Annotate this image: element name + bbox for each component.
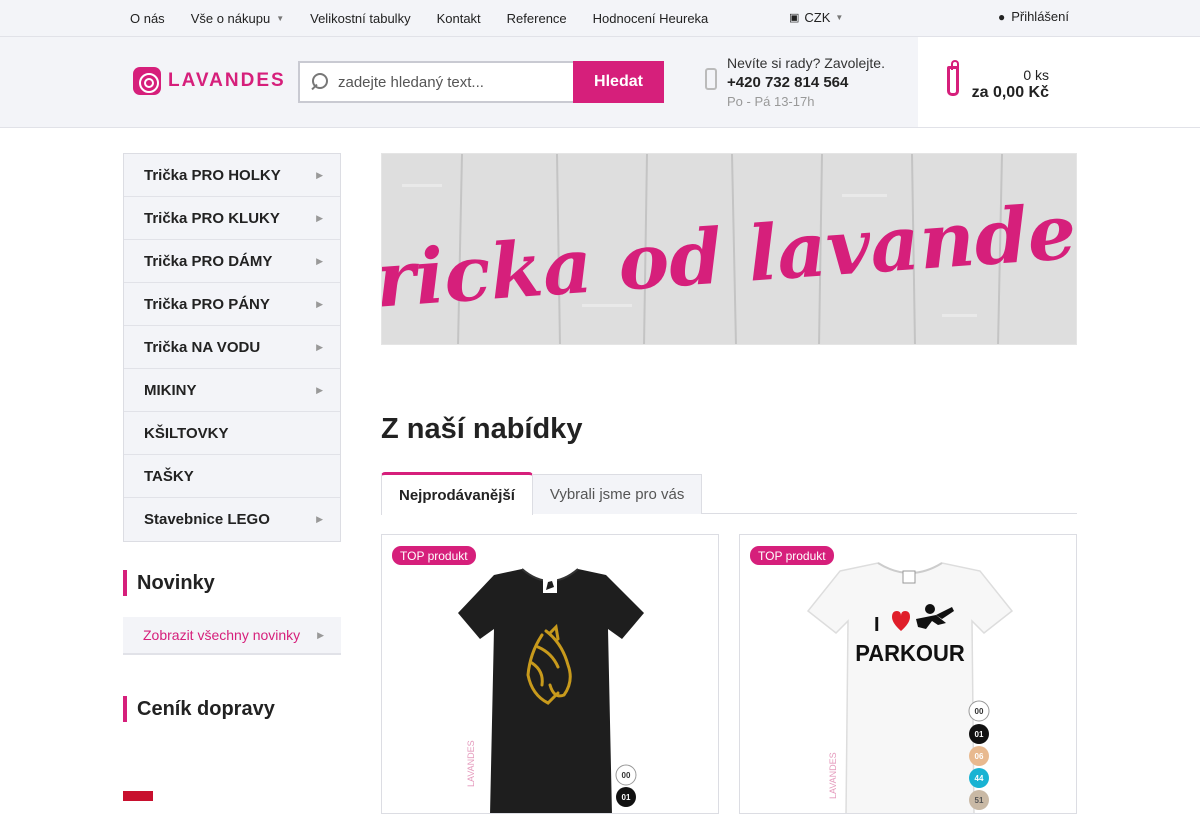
color-code-label: 00: [975, 707, 984, 716]
cart-count: 0 ks: [1023, 67, 1049, 83]
nav-link-label: Hodnocení Heureka: [592, 10, 709, 26]
nav-link-label: Kontakt: [436, 10, 481, 26]
category-item-hoodies[interactable]: MIKINY ▶: [124, 369, 340, 412]
print-text: PARKOUR: [855, 641, 965, 667]
contact-question: Nevíte si rady? Zavolejte.: [727, 55, 885, 71]
category-item-men[interactable]: Trička PRO PÁNY ▶: [124, 283, 340, 326]
top-nav: O nás Vše o nákupu ▼ Velikostní tabulky K…: [130, 0, 708, 36]
contact-info: Nevíte si rady? Zavolejte. +420 732 814 …: [705, 54, 885, 111]
search-icon: [310, 73, 328, 91]
news-heading: Novinky: [123, 570, 341, 596]
chevron-right-icon: ▶: [316, 212, 323, 223]
category-menu: Trička PRO HOLKY ▶ Trička PRO KLUKY ▶ Trič…: [123, 153, 341, 542]
category-item-lego[interactable]: Stavebnice LEGO ▶: [124, 498, 340, 541]
chevron-right-icon: ▶: [316, 384, 323, 395]
chevron-right-icon: ▶: [316, 298, 323, 309]
logo-text: LAVANDES: [168, 70, 286, 91]
category-item-caps[interactable]: KŠILTOVKY: [124, 412, 340, 455]
nav-link-shopping[interactable]: Vše o nákupu ▼: [191, 11, 284, 26]
category-label: Trička PRO DÁMY: [144, 252, 273, 270]
top-bar: O nás Vše o nákupu ▼ Velikostní tabulky K…: [0, 0, 1200, 37]
nav-link-about[interactable]: O nás: [130, 11, 165, 26]
contact-phone[interactable]: +420 732 814 564: [727, 73, 885, 92]
category-label: Trička PRO HOLKY: [144, 166, 281, 184]
color-code-label: 44: [975, 774, 984, 783]
chevron-right-icon: ▶: [316, 514, 323, 524]
tab-bestsellers[interactable]: Nejprodávanější: [381, 472, 533, 515]
color-code-label: 06: [975, 752, 984, 761]
nav-link-reference[interactable]: Reference: [507, 11, 567, 26]
category-item-bags[interactable]: TAŠKY: [124, 455, 340, 498]
header: LAVANDES Hledat Nevíte si rady? Zavolejt…: [0, 37, 1200, 128]
chevron-down-icon: ▼: [835, 13, 844, 22]
svg-text:LAVANDES: LAVANDES: [466, 740, 476, 787]
nav-link-label: Reference: [506, 10, 567, 26]
currency-selector[interactable]: ▣ CZK ▼: [789, 10, 843, 25]
chevron-down-icon: ▼: [276, 13, 285, 23]
product-card[interactable]: TOP produkt I PARKOUR LAVANDES 00 01 06 …: [739, 534, 1077, 814]
nav-link-heureka[interactable]: Hodnocení Heureka: [593, 11, 709, 26]
promo-banner[interactable]: tricka od lavandes: [381, 153, 1077, 345]
svg-text:LAVANDES: LAVANDES: [828, 752, 838, 799]
contact-text: Nevíte si rady? Zavolejte. +420 732 814 …: [727, 54, 885, 111]
product-tabs: Nejprodávanější Vybrali jsme pro vás: [381, 472, 1077, 515]
chevron-right-icon: ▶: [316, 341, 323, 352]
search-form: Hledat: [298, 61, 664, 103]
currency-label: CZK: [804, 10, 831, 25]
shipping-heading: Ceník dopravy: [123, 696, 341, 722]
color-code-label: 01: [622, 793, 631, 802]
product-card[interactable]: TOP produkt LAVANDES 00 01: [381, 534, 719, 814]
category-label: Trička PRO KLUKY: [144, 209, 280, 227]
category-label: MIKINY: [144, 381, 197, 399]
shopping-bag-icon: [947, 60, 959, 96]
login-label: Přihlášení: [1011, 9, 1069, 24]
category-item-ladies[interactable]: Trička PRO DÁMY ▶: [124, 240, 340, 283]
product-image: I PARKOUR LAVANDES 00 01 06 44 51: [806, 562, 1014, 813]
search-box: [298, 61, 573, 103]
chevron-right-icon: ▶: [316, 169, 323, 180]
chevron-right-icon: ▶: [316, 255, 323, 266]
banner-image: tricka od lavandes: [382, 154, 1076, 344]
login-link[interactable]: ● Přihlášení: [998, 9, 1069, 24]
category-item-girls[interactable]: Trička PRO HOLKY ▶: [124, 154, 340, 197]
phone-icon: [705, 68, 717, 90]
cart-total: za 0,00 Kč: [971, 84, 1049, 101]
chevron-right-icon: ▶: [317, 629, 324, 640]
category-label: TAŠKY: [144, 467, 194, 485]
category-label: KŠILTOVKY: [144, 424, 229, 442]
money-icon: ▣: [789, 12, 800, 24]
all-news-label: Zobrazit všechny novinky: [143, 627, 301, 643]
search-input[interactable]: [338, 73, 548, 91]
nav-link-label: Vše o nákupu: [190, 10, 271, 26]
top-product-badge: TOP produkt: [392, 546, 476, 565]
category-label: Trička NA VODU: [144, 338, 261, 356]
section-title: Z naší nabídky: [381, 413, 583, 445]
nav-link-label: O nás: [130, 10, 165, 26]
nav-link-contact[interactable]: Kontakt: [437, 11, 481, 26]
color-code-label: 01: [975, 730, 984, 739]
logo-icon: [133, 67, 161, 95]
all-news-link[interactable]: Zobrazit všechny novinky ▶: [123, 617, 341, 655]
nav-link-label: Velikostní tabulky: [310, 10, 411, 26]
category-item-boys[interactable]: Trička PRO KLUKY ▶: [124, 197, 340, 240]
top-product-badge: TOP produkt: [750, 546, 834, 565]
user-icon: ●: [997, 9, 1006, 24]
category-item-water[interactable]: Trička NA VODU ▶: [124, 326, 340, 369]
product-image: LAVANDES 00 01: [458, 568, 644, 813]
contact-hours: Po - Pá 13-17h: [727, 94, 815, 109]
sidebar: Trička PRO HOLKY ▶ Trička PRO KLUKY ▶ Trič…: [123, 153, 341, 801]
color-code-label: 00: [622, 771, 631, 780]
category-label: Trička PRO PÁNY: [144, 295, 270, 313]
nav-link-size-tables[interactable]: Velikostní tabulky: [310, 11, 410, 26]
cart-button[interactable]: 0 ks za 0,00 Kč: [918, 37, 1200, 127]
category-label: Stavebnice LEGO: [144, 511, 270, 528]
print-prefix: I: [874, 614, 880, 636]
search-button[interactable]: Hledat: [573, 61, 664, 103]
color-code-label: 51: [975, 796, 984, 805]
tab-recommended[interactable]: Vybrali jsme pro vás: [532, 474, 703, 514]
logo[interactable]: LAVANDES: [133, 67, 286, 95]
